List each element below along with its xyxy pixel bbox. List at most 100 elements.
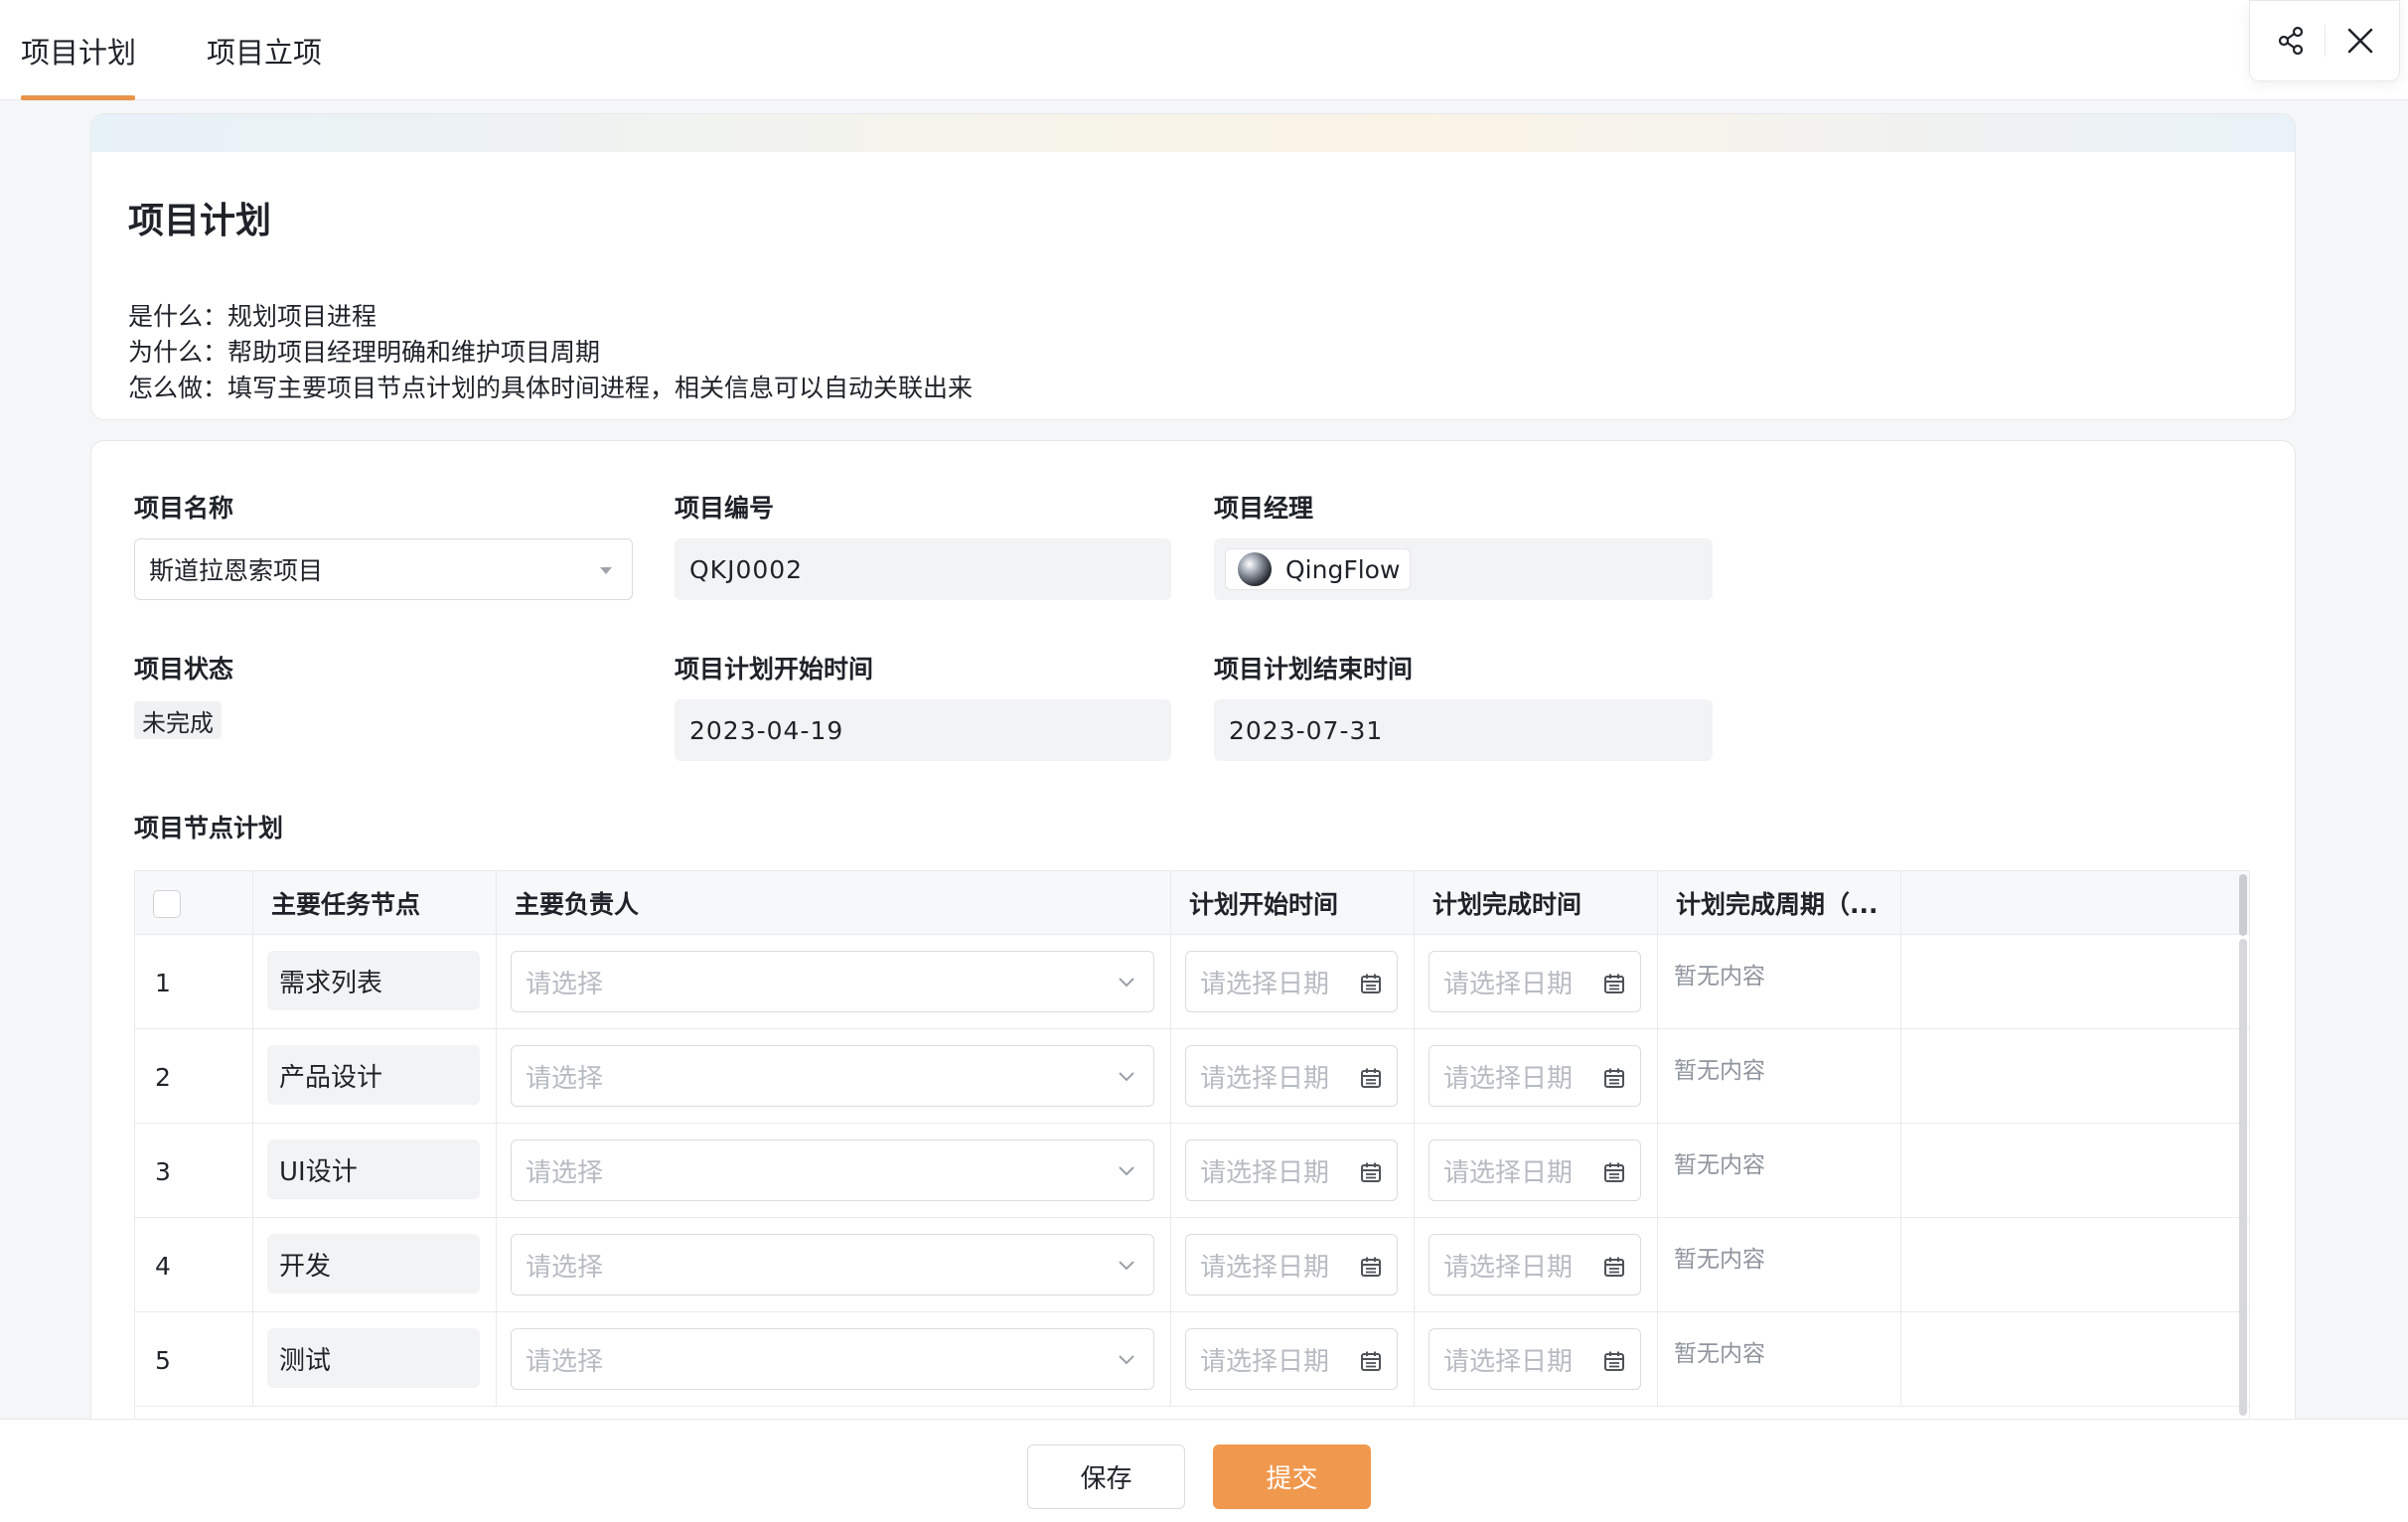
- owner-select[interactable]: 请选择: [511, 1045, 1154, 1107]
- project-name-label: 项目名称: [134, 494, 234, 523]
- start-date-placeholder: 请选择日期: [1200, 1157, 1330, 1188]
- submit-button[interactable]: 提交: [1213, 1445, 1371, 1509]
- row-number-cell: 5: [135, 1312, 253, 1407]
- table-row: 4 开发 请选择 请选择日期 请选择日期 暂无内容: [135, 1218, 2249, 1312]
- task-name-field: 产品设计: [267, 1045, 480, 1105]
- task-cell: 测试: [253, 1312, 497, 1407]
- owner-select[interactable]: 请选择: [511, 1234, 1154, 1295]
- plan-end-value: 2023-07-31: [1229, 715, 1384, 745]
- chevron-down-icon: [1119, 1261, 1134, 1271]
- cycle-empty-text: 暂无内容: [1674, 1341, 1765, 1367]
- owner-placeholder: 请选择: [526, 1346, 604, 1377]
- task-name-field: 开发: [267, 1234, 480, 1294]
- intro-title: 项目计划: [128, 201, 272, 241]
- task-cell: 开发: [253, 1218, 497, 1312]
- task-name-field: 测试: [267, 1328, 480, 1388]
- owner-cell: 请选择: [497, 1218, 1171, 1312]
- start-date-cell: 请选择日期: [1171, 1029, 1415, 1124]
- project-code-field: QKJ0002: [675, 538, 1171, 600]
- header-start: 计划开始时间: [1171, 871, 1415, 935]
- end-date-cell: 请选择日期: [1415, 1124, 1658, 1218]
- scrollbar-thumb[interactable]: [2239, 874, 2247, 936]
- end-date-placeholder: 请选择日期: [1443, 969, 1574, 999]
- start-date-placeholder: 请选择日期: [1200, 1063, 1330, 1094]
- calendar-icon: [1604, 1162, 1624, 1182]
- share-button[interactable]: [2272, 21, 2312, 61]
- start-date-picker[interactable]: 请选择日期: [1185, 1234, 1398, 1295]
- chevron-down-icon: [1119, 1355, 1134, 1365]
- plan-start-label: 项目计划开始时间: [675, 655, 874, 684]
- header-end: 计划完成时间: [1415, 871, 1658, 935]
- project-manager-field: QingFlow: [1214, 538, 1713, 600]
- tab-bar: 项目计划 项目立项: [0, 0, 2408, 100]
- header-owner: 主要负责人: [497, 871, 1171, 935]
- start-date-placeholder: 请选择日期: [1200, 969, 1330, 999]
- end-date-picker[interactable]: 请选择日期: [1429, 1140, 1641, 1201]
- action-divider: [2325, 25, 2326, 57]
- project-name-select[interactable]: 斯道拉恩索项目: [134, 538, 633, 600]
- owner-placeholder: 请选择: [526, 969, 604, 999]
- cycle-empty-text: 暂无内容: [1674, 1058, 1765, 1084]
- chevron-down-icon: [1119, 1072, 1134, 1082]
- end-date-placeholder: 请选择日期: [1443, 1346, 1574, 1377]
- calendar-icon: [1604, 1068, 1624, 1088]
- close-button[interactable]: [2340, 21, 2380, 61]
- end-date-cell: 请选择日期: [1415, 1218, 1658, 1312]
- start-date-cell: 请选择日期: [1171, 1218, 1415, 1312]
- cycle-cell: 暂无内容: [1658, 1124, 1901, 1218]
- close-icon: [2347, 28, 2373, 54]
- share-icon: [2278, 26, 2304, 56]
- tab-project-initiation[interactable]: 项目立项: [207, 30, 322, 72]
- owner-select[interactable]: 请选择: [511, 1140, 1154, 1201]
- owner-select[interactable]: 请选择: [511, 951, 1154, 1012]
- owner-cell: 请选择: [497, 935, 1171, 1029]
- owner-cell: 请选择: [497, 1124, 1171, 1218]
- plan-end-field: 2023-07-31: [1214, 699, 1713, 761]
- intro-card: 项目计划 是什么：规划项目进程 为什么：帮助项目经理明确和维护项目周期 怎么做：…: [90, 113, 2296, 420]
- start-date-picker[interactable]: 请选择日期: [1185, 1045, 1398, 1107]
- row-number-cell: 1: [135, 935, 253, 1029]
- cycle-empty-text: 暂无内容: [1674, 1247, 1765, 1273]
- end-date-picker[interactable]: 请选择日期: [1429, 1328, 1641, 1390]
- calendar-icon: [1361, 1068, 1381, 1088]
- cycle-cell: 暂无内容: [1658, 1218, 1901, 1312]
- plan-start-field: 2023-04-19: [675, 699, 1171, 761]
- start-date-picker[interactable]: 请选择日期: [1185, 1328, 1398, 1390]
- end-date-picker[interactable]: 请选择日期: [1429, 951, 1641, 1012]
- page: 项目计划 项目立项 项目计划 是什么：规划项目进程 为什么：帮助项目经理明确和维…: [0, 0, 2408, 1522]
- project-name-value: 斯道拉恩索项目: [149, 556, 324, 585]
- user-chip: QingFlow: [1225, 548, 1412, 590]
- intro-why: 为什么：帮助项目经理明确和维护项目周期: [128, 338, 601, 367]
- end-date-placeholder: 请选择日期: [1443, 1252, 1574, 1283]
- intro-how: 怎么做：填写主要项目节点计划的具体时间进程，相关信息可以自动关联出来: [128, 374, 974, 402]
- cycle-cell: 暂无内容: [1658, 935, 1901, 1029]
- intro-banner: [91, 114, 2295, 152]
- calendar-icon: [1361, 1351, 1381, 1371]
- owner-select[interactable]: 请选择: [511, 1328, 1154, 1390]
- row-number: 1: [155, 969, 171, 997]
- select-all-checkbox[interactable]: [153, 890, 181, 918]
- save-button[interactable]: 保存: [1027, 1445, 1185, 1509]
- end-date-placeholder: 请选择日期: [1443, 1063, 1574, 1094]
- cycle-cell: 暂无内容: [1658, 1029, 1901, 1124]
- owner-placeholder: 请选择: [526, 1252, 604, 1283]
- end-date-cell: 请选择日期: [1415, 935, 1658, 1029]
- start-date-picker[interactable]: 请选择日期: [1185, 951, 1398, 1012]
- owner-cell: 请选择: [497, 1312, 1171, 1407]
- start-date-picker[interactable]: 请选择日期: [1185, 1140, 1398, 1201]
- start-date-cell: 请选择日期: [1171, 1124, 1415, 1218]
- chevron-down-icon: [1119, 978, 1134, 988]
- scrollbar[interactable]: [2239, 939, 2247, 1416]
- owner-cell: 请选择: [497, 1029, 1171, 1124]
- status-badge: 未完成: [134, 701, 222, 739]
- caret-down-icon: [600, 567, 612, 574]
- project-manager-value: QingFlow: [1285, 554, 1401, 584]
- end-date-picker[interactable]: 请选择日期: [1429, 1045, 1641, 1107]
- end-date-placeholder: 请选择日期: [1443, 1157, 1574, 1188]
- row-number-cell: 3: [135, 1124, 253, 1218]
- header-task: 主要任务节点: [253, 871, 497, 935]
- header-actions: [2249, 0, 2400, 81]
- tab-project-plan[interactable]: 项目计划: [21, 30, 136, 72]
- end-date-picker[interactable]: 请选择日期: [1429, 1234, 1641, 1295]
- task-cell: 需求列表: [253, 935, 497, 1029]
